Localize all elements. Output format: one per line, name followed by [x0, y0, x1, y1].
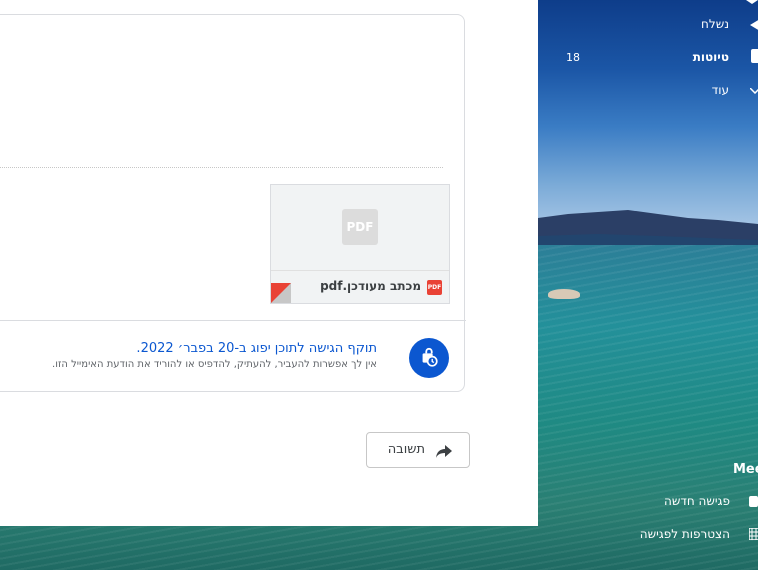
attachment-filename: מכתב מעודכן.pdf [320, 279, 421, 293]
access-expiry-title: תוקף הגישה לתוכן יפוג ב-20 בפבר׳ 2022. [136, 341, 377, 356]
chevron-down-icon [750, 88, 758, 94]
meet-section-title: Mee [733, 462, 758, 477]
forward-arrow-icon [436, 445, 452, 458]
keyboard-icon [749, 528, 758, 540]
notice-divider [0, 320, 466, 321]
lock-clock-icon [409, 338, 449, 378]
attachment-card[interactable]: PDF PDF מכתב מעודכן.pdf [270, 184, 450, 304]
chevron-up-icon [746, 0, 758, 4]
sidebar: נשלח 18 טיוטות עוד Mee פגישה חדשה הצטרפו… [538, 0, 758, 570]
draft-icon [751, 49, 758, 63]
sidebar-item-label: נשלח [701, 17, 729, 31]
reply-label: תשובה [387, 442, 425, 457]
reply-button[interactable]: תשובה [366, 432, 470, 468]
sidebar-item-label: עוד [711, 83, 729, 97]
pdf-thumbnail-icon: PDF [342, 209, 378, 245]
video-icon [749, 496, 758, 507]
send-icon [750, 20, 758, 30]
sidebar-item-label: טיוטות [692, 50, 729, 64]
meet-item-label: הצטרפות לפגישה [639, 527, 730, 541]
attachment-preview: PDF [271, 185, 449, 271]
quote-divider [0, 167, 443, 168]
pdf-icon: PDF [427, 280, 442, 295]
attachment-footer: PDF מכתב מעודכן.pdf [271, 270, 449, 303]
meet-item-label: פגישה חדשה [663, 494, 730, 508]
page-fold-icon [271, 283, 291, 303]
drafts-count: 18 [566, 51, 580, 64]
email-pane: PDF PDF מכתב מעודכן.pdf תוקף הגישה לתוכן… [0, 0, 538, 526]
message-card: PDF PDF מכתב מעודכן.pdf תוקף הגישה לתוכן… [0, 14, 466, 392]
access-restriction-text: אין לך אפשרות להעביר, להעתיק, להדפיס או … [52, 359, 377, 370]
